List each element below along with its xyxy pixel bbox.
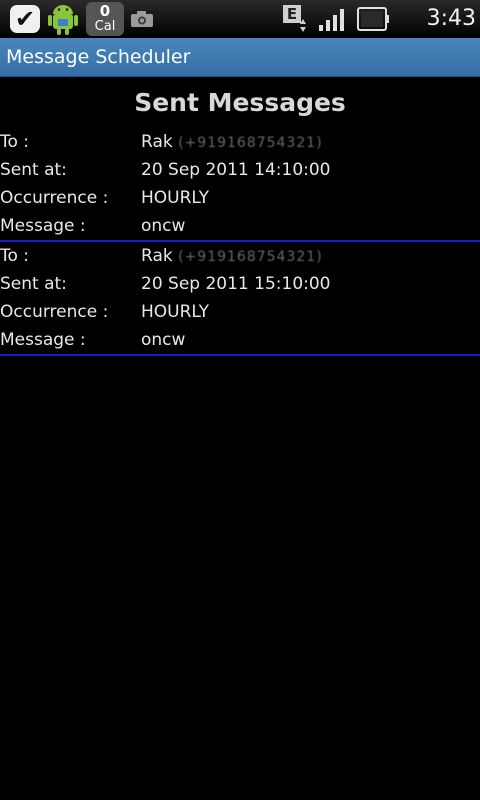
message-value: oncw <box>141 330 186 350</box>
check-icon[interactable]: ✔ <box>10 5 40 33</box>
recipient-name: Rak <box>141 246 173 266</box>
to-label: To : <box>0 132 30 152</box>
to-value: Rak (+919168754321) <box>141 128 323 157</box>
to-label: To : <box>0 246 30 266</box>
app-title: Message Scheduler <box>6 46 191 68</box>
calendar-icon[interactable]: 0 Cal <box>86 2 124 36</box>
battery-icon <box>357 7 389 31</box>
app-title-bar: Message Scheduler <box>0 38 480 77</box>
to-value: Rak (+919168754321) <box>141 242 323 271</box>
recipient-number-redacted: (+919168754321) <box>178 249 323 265</box>
message-label: Message : <box>0 216 86 236</box>
calendar-label: Cal <box>94 19 116 34</box>
data-edge-icon: E <box>283 5 306 32</box>
row-message: Message : oncw <box>0 212 480 240</box>
row-occurrence: Occurrence : HOURLY <box>0 298 480 326</box>
status-bar: ✔ 0 Cal E 3:43 PM <box>0 0 480 69</box>
camera-icon[interactable] <box>130 10 154 28</box>
row-sent-at: Sent at: 20 Sep 2011 15:10:00 <box>0 270 480 298</box>
status-time: 3:43 PM <box>426 6 476 69</box>
calendar-count: 0 <box>99 2 111 20</box>
row-message: Message : oncw <box>0 326 480 354</box>
sent-at-label: Sent at: <box>0 160 67 180</box>
occurrence-value: HOURLY <box>141 188 210 208</box>
message-label: Message : <box>0 330 86 350</box>
message-value: oncw <box>141 216 186 236</box>
list-item[interactable]: To : Rak (+919168754321) Sent at: 20 Sep… <box>0 242 480 356</box>
sent-messages-list: Sent Messages To : Rak (+919168754321) S… <box>0 76 480 356</box>
row-occurrence: Occurrence : HOURLY <box>0 184 480 212</box>
android-icon[interactable] <box>46 3 80 35</box>
occurrence-label: Occurrence : <box>0 188 109 208</box>
data-badge: E <box>287 5 297 23</box>
occurrence-label: Occurrence : <box>0 302 109 322</box>
recipient-number-redacted: (+919168754321) <box>178 135 323 151</box>
sent-at-label: Sent at: <box>0 274 67 294</box>
signal-icon <box>319 9 344 31</box>
row-to: To : Rak (+919168754321) <box>0 242 480 270</box>
occurrence-value: HOURLY <box>141 302 210 322</box>
page-title: Sent Messages <box>134 88 346 117</box>
row-sent-at: Sent at: 20 Sep 2011 14:10:00 <box>0 156 480 184</box>
sent-at-value: 20 Sep 2011 15:10:00 <box>141 274 331 294</box>
row-to: To : Rak (+919168754321) <box>0 128 480 156</box>
recipient-name: Rak <box>141 132 173 152</box>
list-item[interactable]: To : Rak (+919168754321) Sent at: 20 Sep… <box>0 128 480 242</box>
sent-at-value: 20 Sep 2011 14:10:00 <box>141 160 331 180</box>
